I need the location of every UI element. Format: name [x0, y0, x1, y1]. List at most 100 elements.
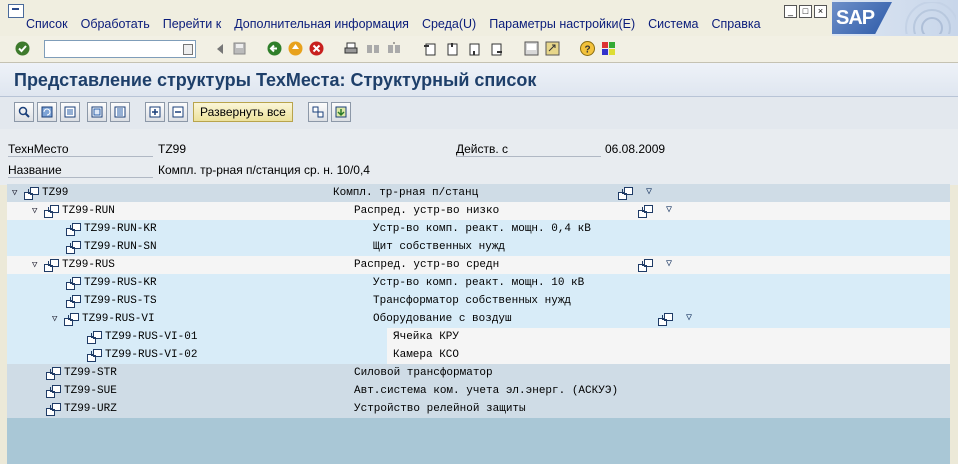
shortcut-icon[interactable]	[544, 40, 561, 57]
tree-row[interactable]: TZ99-RUS-KR Устр-во комп. реакт. мощн. 1…	[7, 274, 950, 292]
new-session-icon[interactable]	[523, 40, 540, 57]
enter-icon[interactable]	[14, 40, 31, 57]
cancel-icon[interactable]	[308, 40, 325, 57]
tree-node[interactable]: ▽ TZ99	[12, 184, 68, 202]
node-id[interactable]: TZ99-RUS-VI-02	[105, 346, 197, 364]
help-icon[interactable]: ?	[579, 40, 596, 57]
tree-row[interactable]: TZ99-RUS-VI-02 Камера КСО	[7, 346, 950, 364]
tree-row[interactable]: ▽ TZ99-RUS-VI Оборудование с воздуш ▽	[7, 310, 950, 328]
menu-item-system[interactable]: Система	[648, 17, 698, 31]
print-icon[interactable]	[342, 40, 359, 57]
node-description: Устройство релейной защиты	[354, 403, 526, 415]
tree-node[interactable]: TZ99-URZ	[46, 400, 117, 418]
expand-down-icon[interactable]: ▽	[666, 256, 672, 274]
tree-row[interactable]: ▽ TZ99-RUS Распред. устр-во средн ▽	[7, 256, 950, 274]
find-next-icon[interactable]	[385, 40, 402, 57]
node-id[interactable]: TZ99-RUS	[62, 256, 115, 274]
expand-icon[interactable]	[145, 102, 165, 122]
green-arrow-back-icon[interactable]	[266, 40, 283, 57]
functional-location-icon	[44, 259, 59, 272]
maximize-button[interactable]: □	[799, 5, 812, 18]
node-id[interactable]: TZ99	[42, 184, 68, 202]
command-field[interactable]	[44, 40, 196, 58]
collapse-toggle-icon[interactable]: ▽	[12, 184, 22, 202]
tree-row[interactable]: TZ99-RUN-KR Устр-во комп. реакт. мощн. 0…	[7, 220, 950, 238]
functional-location-icon	[46, 403, 61, 416]
collapse-toggle-icon[interactable]: ▽	[52, 310, 62, 328]
menu-bar: Список Обработать Перейти к Дополнительн…	[0, 0, 958, 36]
node-id[interactable]: TZ99-RUS-TS	[84, 292, 157, 310]
save-icon[interactable]	[231, 40, 248, 57]
tree-row[interactable]: TZ99-STR Силовой трансформатор	[7, 364, 950, 382]
menu-item-environment[interactable]: Среда(U)	[422, 17, 476, 31]
tree-row[interactable]: ▽ TZ99 Компл. тр-рная п/станц ▽	[7, 184, 950, 202]
functional-location-icon[interactable]	[618, 187, 633, 200]
tree-node[interactable]: TZ99-RUS-TS	[66, 292, 157, 310]
system-menu-icon[interactable]	[8, 4, 24, 18]
node-id[interactable]: TZ99-RUS-KR	[84, 274, 157, 292]
expand-down-icon[interactable]: ▽	[646, 184, 652, 202]
detail-icon[interactable]	[87, 102, 107, 122]
tree-node[interactable]: ▽ TZ99-RUS-VI	[52, 310, 155, 328]
collapse-toggle-icon[interactable]: ▽	[32, 256, 42, 274]
tree-node[interactable]: TZ99-RUN-SN	[66, 238, 157, 256]
hierarchy-up-icon[interactable]	[308, 102, 328, 122]
tree-node[interactable]: TZ99-RUS-KR	[66, 274, 157, 292]
last-page-icon[interactable]	[487, 40, 504, 57]
expand-all-button[interactable]: Развернуть все	[193, 102, 293, 122]
tree-node[interactable]: TZ99-RUS-VI-02	[87, 346, 197, 364]
display-icon[interactable]	[60, 102, 80, 122]
node-id[interactable]: TZ99-RUN	[62, 202, 115, 220]
expand-down-icon[interactable]: ▽	[686, 310, 692, 328]
collapse-toggle-icon[interactable]: ▽	[32, 202, 42, 220]
tree-row[interactable]: TZ99-RUS-TS Трансформатор собственных ну…	[7, 292, 950, 310]
tree-row[interactable]: TZ99-URZ Устройство релейной защиты	[7, 400, 950, 418]
menu-item-extras[interactable]: Дополнительная информация	[234, 17, 409, 31]
node-id[interactable]: TZ99-RUS-VI-01	[105, 328, 197, 346]
node-description: Устр-во комп. реакт. мощн. 0,4 кВ	[373, 223, 591, 235]
tree-row[interactable]: TZ99-RUN-SN Щит собственных нужд	[7, 238, 950, 256]
menu-item-goto[interactable]: Перейти к	[163, 17, 221, 31]
functional-location-icon	[87, 331, 102, 344]
node-id[interactable]: TZ99-RUN-KR	[84, 220, 157, 238]
select-icon[interactable]	[14, 102, 34, 122]
close-button[interactable]: ×	[814, 5, 827, 18]
first-page-icon[interactable]	[421, 40, 438, 57]
expand-down-icon[interactable]: ▽	[666, 202, 672, 220]
node-id[interactable]: TZ99-STR	[64, 364, 117, 382]
tree-node[interactable]: TZ99-SUE	[46, 382, 117, 400]
tree-node[interactable]: ▽ TZ99-RUN	[32, 202, 115, 220]
tree-node[interactable]: TZ99-STR	[46, 364, 117, 382]
menu-item-edit[interactable]: Обработать	[81, 17, 150, 31]
menu-item-list[interactable]: Список	[26, 17, 68, 31]
node-id[interactable]: TZ99-URZ	[64, 400, 117, 418]
tree-node[interactable]: TZ99-RUS-VI-01	[87, 328, 197, 346]
refresh-icon[interactable]	[37, 102, 57, 122]
tree-row[interactable]: ▽ TZ99-RUN Распред. устр-во низко ▽	[7, 202, 950, 220]
tree-node[interactable]: ▽ TZ99-RUS	[32, 256, 115, 274]
functional-location-icon[interactable]	[638, 205, 653, 218]
minimize-button[interactable]: _	[784, 5, 797, 18]
customize-layout-icon[interactable]	[600, 40, 617, 57]
node-description: Авт.система ком. учета эл.энерг. (АСКУЭ)	[354, 385, 619, 397]
node-id[interactable]: TZ99-SUE	[64, 382, 117, 400]
command-field-dropdown-icon[interactable]	[183, 44, 193, 55]
collapse-icon[interactable]	[168, 102, 188, 122]
prev-page-icon[interactable]	[443, 40, 460, 57]
tree-row[interactable]: TZ99-RUS-VI-01 Ячейка КРУ	[7, 328, 950, 346]
node-id[interactable]: TZ99-RUN-SN	[84, 238, 157, 256]
menu-item-settings[interactable]: Параметры настройки(E)	[489, 17, 635, 31]
functional-location-icon[interactable]	[658, 313, 673, 326]
hierarchy-down-icon[interactable]	[331, 102, 351, 122]
tree-node[interactable]: TZ99-RUN-KR	[66, 220, 157, 238]
functional-location-icon[interactable]	[638, 259, 653, 272]
menu-item-help[interactable]: Справка	[712, 17, 761, 31]
list-icon[interactable]	[110, 102, 130, 122]
find-icon[interactable]	[364, 40, 381, 57]
row-actions: ▽	[658, 310, 692, 328]
next-page-icon[interactable]	[465, 40, 482, 57]
back-icon[interactable]	[211, 40, 228, 57]
tree-row[interactable]: TZ99-SUE Авт.система ком. учета эл.энерг…	[7, 382, 950, 400]
node-id[interactable]: TZ99-RUS-VI	[82, 310, 155, 328]
exit-icon[interactable]	[287, 40, 304, 57]
